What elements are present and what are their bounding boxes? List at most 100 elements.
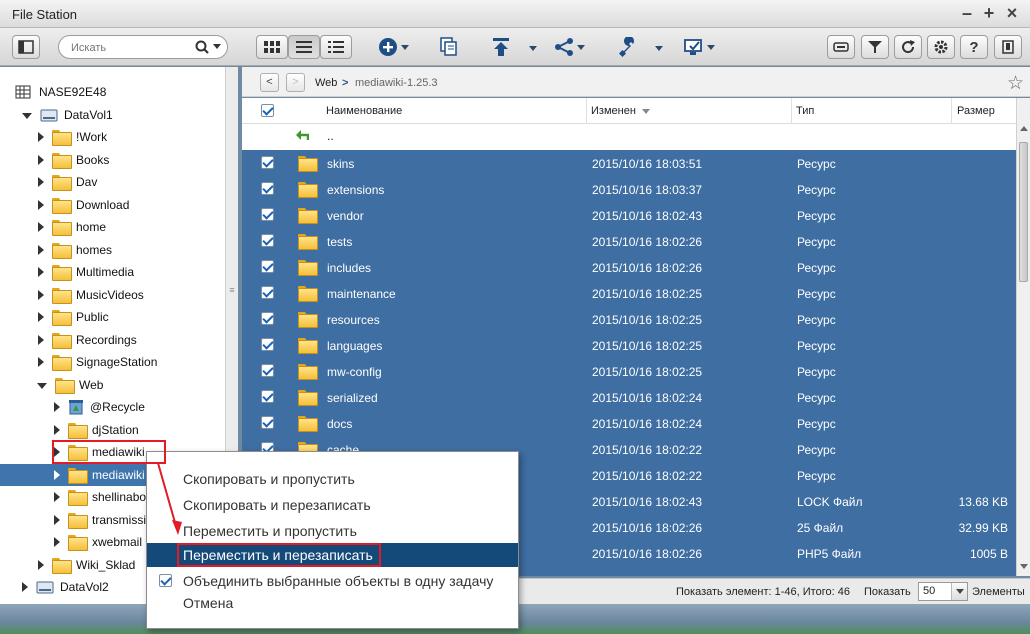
table-row[interactable]: languages 2015/10/16 18:02:25 Ресурс [242,332,1016,358]
menu-item-copy-skip[interactable]: Скопировать и пропустить [147,467,518,491]
tree-item-recordings[interactable]: Recordings [38,329,137,351]
search-input[interactable] [71,40,191,55]
column-header-type[interactable]: Тип [796,105,814,117]
chevron-down-icon[interactable] [213,44,221,49]
tree-item-dav[interactable]: Dav [38,171,97,193]
maximize-icon[interactable]: + [980,4,998,22]
chevron-right-icon[interactable] [54,470,60,480]
table-row[interactable]: includes 2015/10/16 18:02:26 Ресурс [242,254,1016,280]
tree-item-transmission[interactable]: transmission [54,509,159,531]
row-checkbox[interactable] [261,312,274,325]
table-row[interactable]: maintenance 2015/10/16 18:02:25 Ресурс [242,280,1016,306]
chevron-right-icon[interactable] [38,132,44,142]
chevron-down-icon[interactable] [577,44,585,50]
tree-item-mediawiki-source[interactable]: mediawiki [54,441,145,463]
scrollbar-thumb[interactable] [1019,142,1028,282]
close-icon[interactable]: × [1003,4,1021,22]
table-row[interactable]: serialized 2015/10/16 18:02:24 Ресурс [242,384,1016,410]
chevron-right-icon[interactable] [54,447,60,457]
back-button[interactable]: < [260,73,279,92]
share-button[interactable] [554,36,585,58]
table-row[interactable]: skins 2015/10/16 18:03:51 Ресурс [242,150,1016,176]
menu-item-merge-task[interactable]: Объединить выбранные объекты в одну зада… [147,569,518,593]
splitter-grip-icon[interactable]: ≡ [229,285,235,295]
chevron-right-icon[interactable] [38,312,44,322]
list-view-button[interactable] [320,35,352,59]
toggle-sidebar-button[interactable] [12,35,40,59]
tree-item-datavol2[interactable]: DataVol2 [22,576,109,598]
tree-item-xwebmail[interactable]: xwebmail [54,531,142,553]
menu-item-move-skip[interactable]: Переместить и пропустить [147,519,518,543]
chevron-down-icon[interactable] [37,383,47,389]
chevron-right-icon[interactable] [54,492,60,502]
table-row[interactable]: resources 2015/10/16 18:02:25 Ресурс [242,306,1016,332]
chevron-down-icon[interactable] [401,44,409,50]
chevron-right-icon[interactable] [38,222,44,232]
row-checkbox[interactable] [261,260,274,273]
tree-item-musicvideos[interactable]: MusicVideos [38,284,144,306]
scroll-up-icon[interactable] [1020,126,1028,131]
tree-item-signagestation[interactable]: SignageStation [38,351,157,373]
tree-item-download[interactable]: Download [38,194,129,216]
tree-item-homes[interactable]: homes [38,239,112,261]
chevron-right-icon[interactable] [38,335,44,345]
chevron-right-icon[interactable] [22,582,28,592]
tools-button[interactable] [618,36,638,58]
chevron-right-icon[interactable] [38,245,44,255]
tree-item-home[interactable]: home [38,216,106,238]
table-row[interactable]: mw-config 2015/10/16 18:02:25 Ресурс [242,358,1016,384]
row-checkbox[interactable] [261,338,274,351]
column-header-modified[interactable]: Изменен [591,105,636,117]
chevron-right-icon[interactable] [54,425,60,435]
menu-item-cancel[interactable]: Отмена [147,591,518,615]
column-header-size[interactable]: Размер [957,105,995,117]
row-checkbox[interactable] [261,286,274,299]
chevron-right-icon[interactable] [38,267,44,277]
chevron-right-icon[interactable] [54,537,60,547]
star-icon[interactable]: ☆ [1007,72,1024,95]
table-row[interactable]: tests 2015/10/16 18:02:26 Ресурс [242,228,1016,254]
scroll-down-icon[interactable] [1020,564,1028,569]
select-all-checkbox[interactable] [261,104,274,117]
tree-item-books[interactable]: Books [38,149,109,171]
detail-view-button[interactable] [288,35,320,59]
tree-item-shellinabox[interactable]: shellinabox [54,486,152,508]
minimize-icon[interactable]: – [958,4,976,22]
tree-item-work[interactable]: !Work [38,126,107,148]
row-checkbox[interactable] [261,364,274,377]
row-checkbox[interactable] [261,234,274,247]
breadcrumb-mediawiki[interactable]: mediawiki-1.25.3 [355,77,438,89]
tree-item-web[interactable]: Web [37,374,103,396]
more-button[interactable] [994,35,1022,59]
refresh-button[interactable] [894,35,922,59]
search-box[interactable] [58,35,228,59]
table-row[interactable]: vendor 2015/10/16 18:02:43 Ресурс [242,202,1016,228]
chevron-right-icon[interactable] [38,177,44,187]
row-checkbox[interactable] [261,208,274,221]
chevron-right-icon[interactable] [38,155,44,165]
tree-item-recycle[interactable]: @Recycle [54,396,145,418]
tree-item-djstation[interactable]: djStation [54,419,139,441]
chevron-right-icon[interactable] [38,290,44,300]
chevron-right-icon[interactable] [38,357,44,367]
chevron-down-icon[interactable] [707,44,715,50]
forward-button[interactable]: > [286,73,305,92]
chevron-down-icon[interactable] [655,46,663,51]
chevron-right-icon[interactable] [38,560,44,570]
table-row[interactable]: extensions 2015/10/16 18:03:37 Ресурс [242,176,1016,202]
vertical-scrollbar[interactable] [1016,98,1030,576]
tree-item-datavol1[interactable]: DataVol1 [22,104,113,126]
remote-button[interactable] [827,35,855,59]
tree-item-multimedia[interactable]: Multimedia [38,261,134,283]
filter-button[interactable] [861,35,889,59]
search-icon[interactable] [195,40,209,54]
merge-task-checkbox[interactable] [159,574,172,587]
page-size-select[interactable]: 50 [918,582,968,601]
settings-button[interactable] [927,35,955,59]
row-checkbox[interactable] [261,156,274,169]
row-checkbox[interactable] [261,390,274,403]
column-header-name[interactable]: Наименование [326,105,402,117]
chevron-right-icon[interactable] [54,402,60,412]
remote-mount-button[interactable] [684,36,715,58]
chevron-down-icon[interactable] [529,46,537,51]
